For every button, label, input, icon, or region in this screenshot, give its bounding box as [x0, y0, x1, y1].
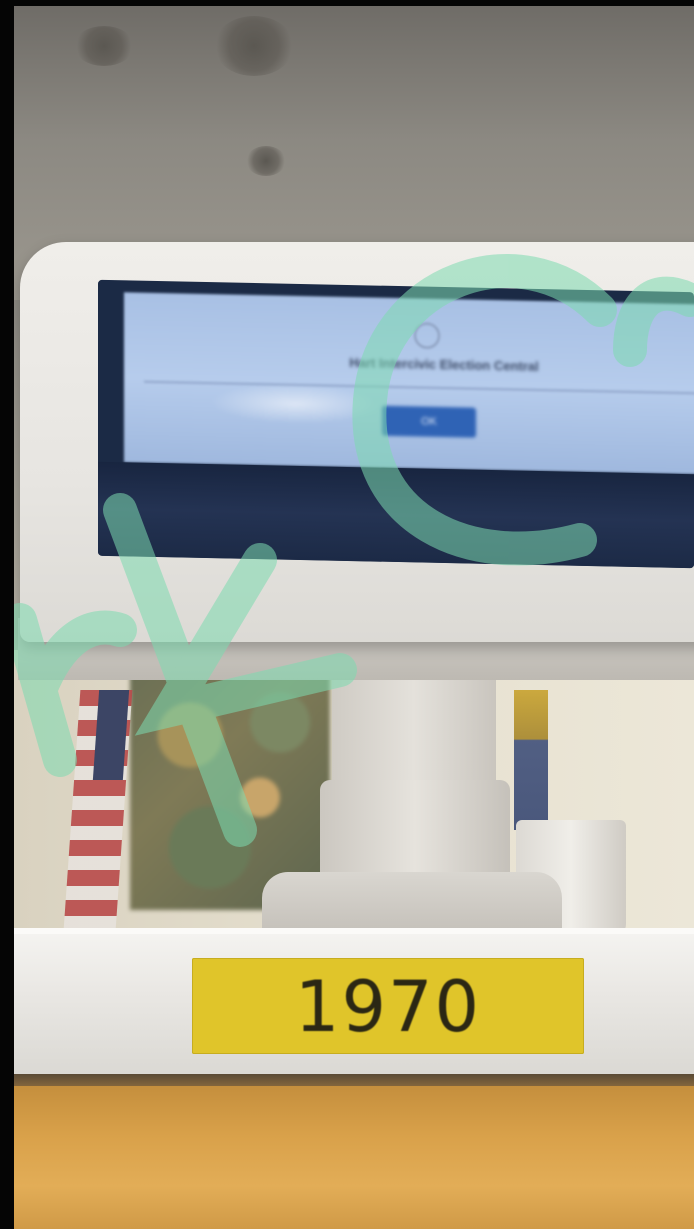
screen-display: Hart Intercivic Election Central OK [124, 292, 694, 475]
wooden-desk [14, 1086, 694, 1229]
screen-title: Hart Intercivic Election Central [349, 355, 539, 374]
kiosk-screen: Hart Intercivic Election Central OK [98, 279, 694, 569]
screen-lower-panel [98, 461, 694, 569]
left-border [0, 0, 14, 1229]
ceiling-light [246, 146, 286, 176]
seal-icon [414, 322, 440, 349]
ceiling-light [214, 16, 294, 76]
screen-glare [210, 382, 380, 426]
ceiling-light [74, 26, 134, 66]
us-flag-canton [92, 690, 130, 780]
machine-label-plate: 1970 [192, 958, 584, 1054]
kiosk-stand-middle [320, 780, 510, 880]
photo-scene: Hart Intercivic Election Central OK 1970 [0, 0, 694, 1229]
screen-ok-button: OK [382, 405, 476, 438]
machine-label-number: 1970 [294, 966, 482, 1048]
kiosk-stand-upper [332, 680, 496, 790]
top-border [0, 0, 694, 6]
state-flag [514, 690, 548, 830]
